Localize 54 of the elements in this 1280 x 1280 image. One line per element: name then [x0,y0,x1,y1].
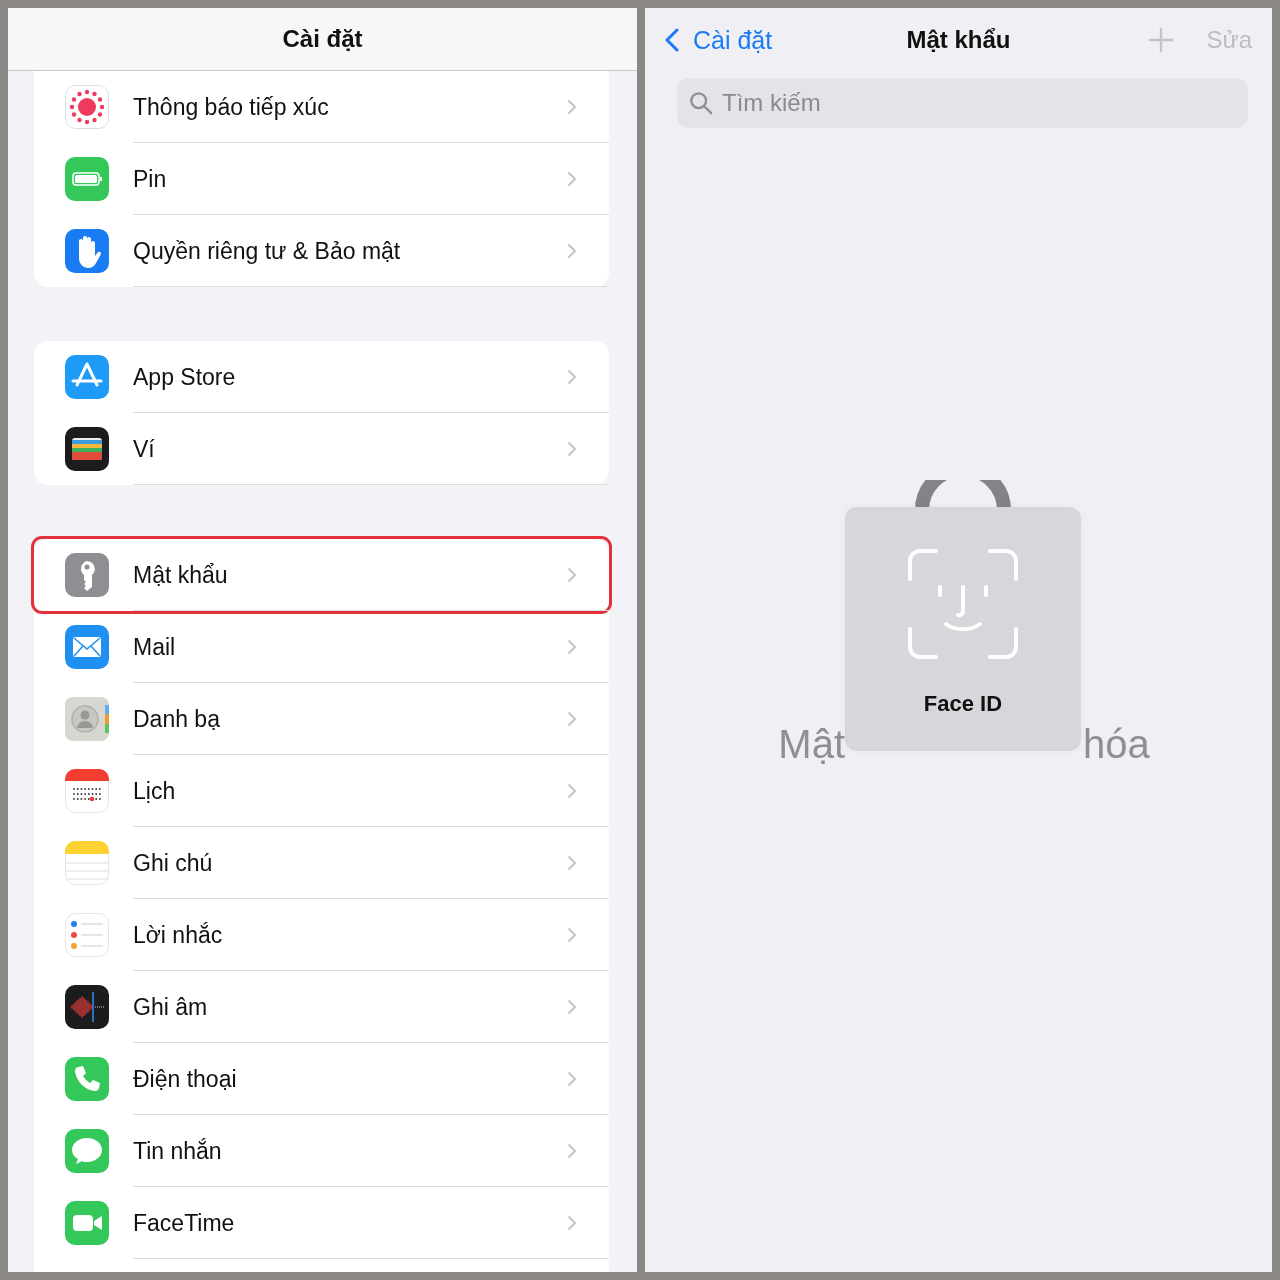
key-icon [65,553,109,597]
settings-row[interactable]: Ghi âm [34,971,609,1043]
panel-title: Cài đặt [282,25,363,53]
app-store-icon [65,355,109,399]
panel-title: Mật khẩu [906,26,1011,54]
chevron-icon [567,441,577,457]
hand-icon [65,229,109,273]
settings-row[interactable]: Ví [34,413,609,485]
search-field[interactable]: Tìm kiếm [677,78,1248,128]
chevron-icon [567,1143,577,1159]
settings-row[interactable]: Ghi chú [34,827,609,899]
chevron-icon [567,1071,577,1087]
settings-row[interactable]: Mail [34,611,609,683]
settings-row[interactable]: Tin nhắn [34,1115,609,1187]
settings-row[interactable]: Quyền riêng tư & Bảo mật [34,215,609,287]
list-icon [65,913,109,957]
envelope-icon [65,625,109,669]
settings-row[interactable]: Thông báo tiếp xúc [34,71,609,143]
settings-row[interactable]: Danh bạ [34,683,609,755]
chevron-icon [567,171,577,187]
chat-bubble-icon [65,1129,109,1173]
chevron-icon [567,855,577,871]
contacts-icon [65,697,109,741]
back-chevron-icon [665,28,679,52]
locked-message-text: hóa [1083,721,1150,768]
settings-row[interactable]: Mật khẩu [34,539,609,611]
video-camera-icon [65,1201,109,1245]
settings-row[interactable]: Lời nhắc [34,899,609,971]
chevron-icon [567,639,577,655]
settings-row[interactable]: Điện thoại [34,1043,609,1115]
settings-row[interactable]: FaceTime [34,1187,609,1259]
face-id-icon [908,549,1018,659]
calendar-icon [65,769,109,813]
waveform-icon [65,985,109,1029]
settings-row[interactable]: Pin [34,143,609,215]
battery-icon [65,157,109,201]
chevron-icon [567,927,577,943]
chevron-icon [567,369,577,385]
sun-icon [65,85,109,129]
settings-row[interactable]: Lịch [34,755,609,827]
wallet-icon [65,427,109,471]
notes-icon [65,841,109,885]
chevron-icon [567,99,577,115]
lock-shackle-icon [915,480,1011,510]
chevron-icon [567,567,577,583]
settings-row[interactable]: App Store [34,341,609,413]
phone-icon [65,1057,109,1101]
chevron-icon [567,711,577,727]
chevron-icon [567,999,577,1015]
locked-message-text: Mật [778,721,845,768]
chevron-icon [567,783,577,799]
chevron-icon [567,1215,577,1231]
chevron-icon [567,243,577,259]
face-id-label: Face ID [923,691,1003,717]
